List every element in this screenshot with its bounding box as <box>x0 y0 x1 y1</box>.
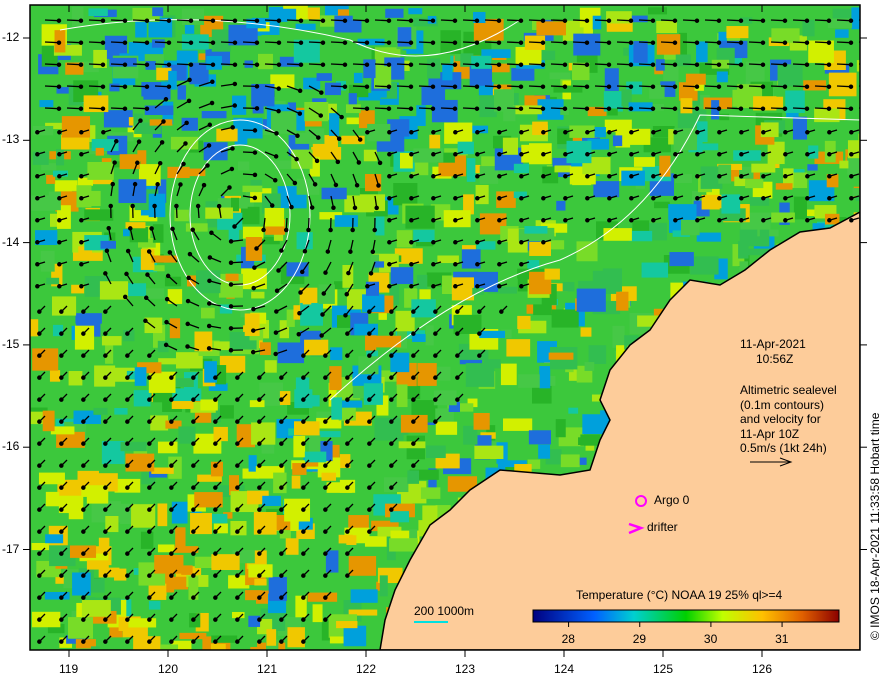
bathy-label: 200 1000m <box>414 604 475 618</box>
lat-label: -15 <box>2 336 20 351</box>
lat-label: -13 <box>2 132 20 147</box>
lon-label: 125 <box>653 662 674 676</box>
lon-label: 126 <box>752 662 773 676</box>
lat-label: -16 <box>2 439 20 454</box>
lon-label: 119 <box>59 662 79 676</box>
colorbar-tick-label: 29 <box>632 632 647 646</box>
legend-line: 0.5m/s (1kt 24h) <box>740 441 827 455</box>
argo-label: Argo 0 <box>654 493 690 507</box>
legend-line: 11-Apr 10Z <box>740 426 800 441</box>
date-label: 11-Apr-2021 <box>740 337 806 351</box>
lon-label: 124 <box>554 662 575 676</box>
legend-line: Altimetric sealevel <box>740 383 837 397</box>
colorbar-tick-label: 30 <box>703 632 718 646</box>
legend-line: (0.1m contours) <box>740 397 825 412</box>
colorbar-title: Temperature (°C) NOAA 19 25% ql>=4 <box>576 588 783 602</box>
colorbar-tick-label: 31 <box>775 632 789 646</box>
lat-label: -14 <box>2 234 20 249</box>
lon-label: 122 <box>356 662 377 676</box>
lon-label: 121 <box>257 662 278 676</box>
colorbar-tick-label: 28 <box>561 632 575 646</box>
velocity-legend: Altimetric sealevel (0.1m contours) and … <box>740 383 837 456</box>
credit-text: © IMOS 18-Apr-2021 11:33:58 Hobart time <box>868 412 880 640</box>
time-label: 10:56Z <box>756 352 794 366</box>
lat-label: -17 <box>2 541 20 556</box>
drifter-label: drifter <box>647 520 678 534</box>
legend-line: and velocity for <box>740 412 821 426</box>
lat-label: -12 <box>2 30 20 44</box>
lon-label: 120 <box>158 662 179 676</box>
lon-label: 123 <box>455 662 476 676</box>
colorbar <box>532 609 840 623</box>
